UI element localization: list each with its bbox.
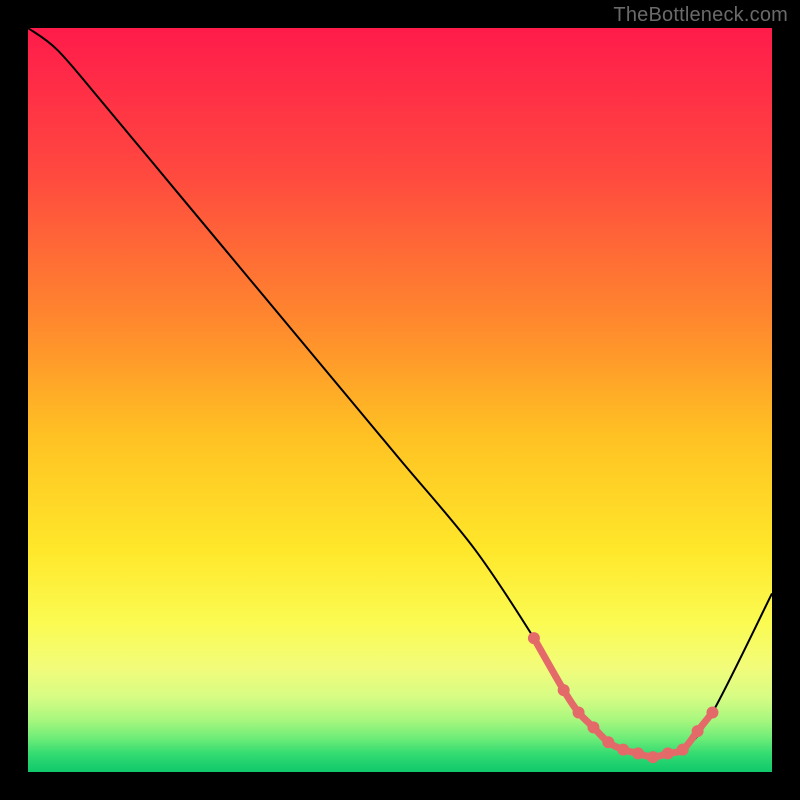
chart-svg bbox=[0, 0, 800, 800]
watermark-label: TheBottleneck.com bbox=[613, 4, 788, 27]
chart-stage: TheBottleneck.com bbox=[0, 0, 800, 800]
plot-background bbox=[28, 28, 772, 772]
